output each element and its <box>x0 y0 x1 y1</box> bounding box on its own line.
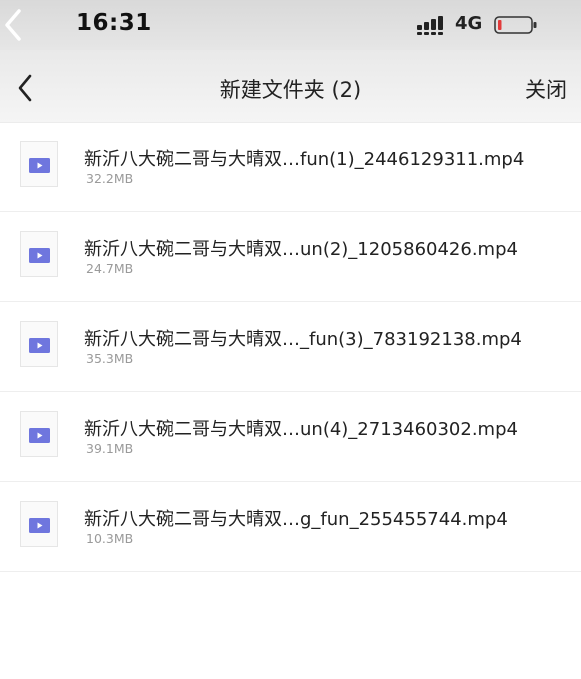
file-name: 新沂八大碗二哥与大晴双…un(2)_1205860426.mp4 <box>84 239 518 260</box>
video-file-icon <box>29 338 50 353</box>
file-size: 39.1MB <box>86 441 134 456</box>
file-list-item[interactable]: 新沂八大碗二哥与大晴双…_fun(3)_783192138.mp4 35.3MB <box>0 302 581 392</box>
file-list-item[interactable]: 新沂八大碗二哥与大晴双…g_fun_255455744.mp4 10.3MB <box>0 482 581 572</box>
file-size: 32.2MB <box>86 171 134 186</box>
navigation-bar: 新建文件夹 (2) 关闭 <box>0 50 581 123</box>
file-name: 新沂八大碗二哥与大晴双…un(4)_2713460302.mp4 <box>84 419 518 440</box>
network-type: 4G <box>455 13 483 34</box>
file-size: 24.7MB <box>86 261 134 276</box>
video-file-icon <box>29 158 50 173</box>
video-file-thumbnail <box>20 141 58 187</box>
file-name: 新沂八大碗二哥与大晴双…g_fun_255455744.mp4 <box>84 509 508 530</box>
status-bar: 16:31 4G <box>0 0 581 50</box>
file-size: 10.3MB <box>86 531 134 546</box>
file-name: 新沂八大碗二哥与大晴双…fun(1)_2446129311.mp4 <box>84 149 525 170</box>
video-file-thumbnail <box>20 321 58 367</box>
file-name: 新沂八大碗二哥与大晴双…_fun(3)_783192138.mp4 <box>84 329 522 350</box>
video-file-icon <box>29 518 50 533</box>
video-file-thumbnail <box>20 501 58 547</box>
file-size: 35.3MB <box>86 351 134 366</box>
file-list-item[interactable]: 新沂八大碗二哥与大晴双…un(2)_1205860426.mp4 24.7MB <box>0 212 581 302</box>
close-button[interactable]: 关闭 <box>525 74 567 104</box>
battery-icon <box>494 16 537 34</box>
signal-strength-icon <box>417 16 443 35</box>
video-file-thumbnail <box>20 231 58 277</box>
video-file-icon <box>29 248 50 263</box>
status-back-icon[interactable] <box>2 8 24 42</box>
file-list-item[interactable]: 新沂八大碗二哥与大晴双…fun(1)_2446129311.mp4 32.2MB <box>0 122 581 212</box>
file-list: 新沂八大碗二哥与大晴双…fun(1)_2446129311.mp4 32.2MB… <box>0 122 581 572</box>
video-file-icon <box>29 428 50 443</box>
file-list-item[interactable]: 新沂八大碗二哥与大晴双…un(4)_2713460302.mp4 39.1MB <box>0 392 581 482</box>
status-time: 16:31 <box>76 10 152 36</box>
page-title: 新建文件夹 (2) <box>219 78 362 102</box>
video-file-thumbnail <box>20 411 58 457</box>
